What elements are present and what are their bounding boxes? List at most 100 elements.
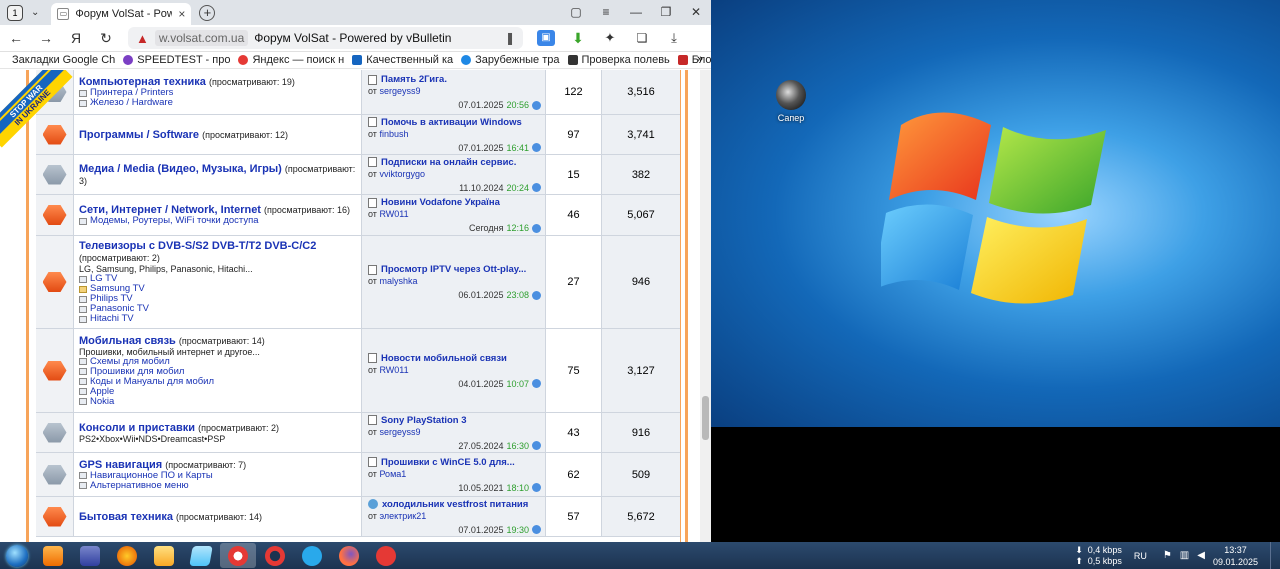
warning-icon[interactable]: ▲ bbox=[136, 31, 149, 46]
extensions-icon[interactable]: ✦ bbox=[601, 30, 619, 46]
taskbar-notes[interactable] bbox=[183, 543, 219, 568]
close-window-button[interactable]: ✕ bbox=[681, 0, 711, 25]
collections-icon[interactable]: ▢ bbox=[561, 0, 591, 25]
taskbar-save-app[interactable] bbox=[72, 543, 108, 568]
bookmark-item[interactable]: SPEEDTEST - про bbox=[123, 54, 230, 66]
subforum-link[interactable]: Apple bbox=[79, 386, 356, 397]
bookmark-icon[interactable]: ❚ bbox=[505, 31, 515, 45]
scroll-thumb[interactable] bbox=[702, 396, 709, 440]
bookmarks-manager-icon[interactable]: ❏ bbox=[633, 30, 651, 46]
tab-counter[interactable]: 1 bbox=[7, 4, 23, 21]
forum-name-link[interactable]: Консоли и приставки bbox=[79, 422, 195, 434]
last-post-author[interactable]: finbush bbox=[379, 129, 408, 139]
close-icon[interactable]: × bbox=[178, 7, 185, 21]
bookmark-item[interactable]: Яндекс — поиск н bbox=[238, 54, 344, 66]
forum-name-link[interactable]: GPS навигация bbox=[79, 459, 162, 471]
scrollbar[interactable] bbox=[700, 70, 711, 542]
taskbar-explorer[interactable] bbox=[146, 543, 182, 568]
network-icon[interactable]: ▥ bbox=[1180, 550, 1189, 561]
last-post-author[interactable]: malyshka bbox=[379, 276, 417, 286]
bookmark-item[interactable]: Качественный ка bbox=[352, 54, 453, 66]
last-post-link[interactable]: Прошивки с WinCE 5.0 для... bbox=[381, 457, 515, 468]
language-indicator[interactable]: RU bbox=[1134, 551, 1147, 561]
show-desktop-button[interactable] bbox=[1270, 542, 1280, 569]
taskbar-telegram[interactable] bbox=[294, 543, 330, 568]
chevron-down-icon[interactable]: ⌄ bbox=[31, 7, 39, 18]
subforum-link[interactable]: Nokia bbox=[79, 396, 356, 407]
go-to-post-icon[interactable] bbox=[532, 290, 541, 300]
windows-orb-icon bbox=[6, 544, 28, 567]
bookmark-item[interactable]: Зарубежные тра bbox=[461, 54, 560, 66]
forum-row: Компьютерная техника (просматривают: 19)… bbox=[36, 70, 680, 115]
subforum-link[interactable]: Схемы для мобил bbox=[79, 356, 356, 367]
last-post-link[interactable]: Новини Vodafone Україна bbox=[381, 197, 500, 208]
last-post-link[interactable]: Подписки на онлайн сервис. bbox=[381, 157, 516, 168]
new-tab-button[interactable]: + bbox=[199, 4, 216, 21]
start-button[interactable] bbox=[0, 542, 34, 569]
last-post-author[interactable]: vviktorgygo bbox=[379, 169, 425, 179]
taskbar-yandex-browser[interactable] bbox=[220, 543, 256, 568]
minimize-button[interactable]: — bbox=[621, 0, 651, 25]
subforum-link[interactable]: Железо / Hardware bbox=[79, 98, 356, 108]
menu-icon[interactable]: ≡ bbox=[591, 0, 621, 25]
browser-tab[interactable]: ▭ Форум VolSat - Powered × bbox=[51, 3, 192, 25]
bookmarks-bar: Закладки Google Ch SPEEDTEST - про Яндек… bbox=[0, 52, 711, 69]
subforum-link[interactable]: Альтернативное меню bbox=[79, 480, 356, 491]
taskbar-firefox[interactable] bbox=[331, 543, 367, 568]
subforum-link[interactable]: Модемы, Роутеры, WiFi точки доступа bbox=[79, 216, 356, 226]
bookmark-item[interactable]: Блоки питан bbox=[677, 54, 711, 66]
last-post-author[interactable]: электрик21 bbox=[379, 511, 426, 521]
bookmark-item[interactable]: Закладки Google Ch bbox=[12, 54, 115, 66]
last-post-author[interactable]: sergeyss9 bbox=[379, 427, 420, 437]
minesweeper-desktop-icon[interactable]: Сапер bbox=[771, 80, 811, 123]
forum-name-link[interactable]: Мобильная связь bbox=[79, 335, 176, 347]
go-to-post-icon[interactable] bbox=[532, 441, 541, 450]
last-post-link[interactable]: Просмотр IPTV через Ott-play... bbox=[381, 264, 526, 275]
translate-extension-icon[interactable]: ▣ bbox=[537, 30, 555, 46]
forum-name-link[interactable]: Телевизоры с DVB-S/S2 DVB-T/T2 DVB-C/C2 bbox=[79, 240, 316, 252]
taskbar-yandex[interactable] bbox=[368, 543, 404, 568]
subforum-link[interactable]: Hitachi TV bbox=[79, 314, 356, 324]
last-post-cell: Просмотр IPTV через Ott-play... от malys… bbox=[362, 236, 546, 328]
forum-name-link[interactable]: Программы / Software bbox=[79, 129, 199, 141]
clock[interactable]: 13:37 09.01.2025 bbox=[1213, 544, 1258, 568]
subforum-link[interactable]: Коды и Мануалы для мобил bbox=[79, 376, 356, 387]
go-to-post-icon[interactable] bbox=[532, 100, 541, 110]
last-post-author[interactable]: RW011 bbox=[379, 365, 408, 375]
go-to-post-icon[interactable] bbox=[532, 223, 541, 233]
go-to-post-icon[interactable] bbox=[532, 183, 541, 192]
forum-name-link[interactable]: Медиа / Media (Видео, Музыка, Игры) bbox=[79, 163, 282, 175]
yandex-icon[interactable]: Я bbox=[68, 30, 84, 46]
go-to-post-icon[interactable] bbox=[532, 143, 541, 152]
bookmarks-more-button[interactable]: » bbox=[697, 53, 703, 65]
reload-icon[interactable]: ↻ bbox=[98, 30, 114, 47]
go-to-post-icon[interactable] bbox=[532, 483, 541, 492]
last-post-author[interactable]: RW011 bbox=[379, 209, 408, 219]
go-to-post-icon[interactable] bbox=[532, 525, 541, 534]
url-field[interactable]: ▲ w.volsat.com.ua Форум VolSat - Powered… bbox=[128, 27, 523, 49]
back-icon[interactable]: ← bbox=[8, 30, 24, 46]
last-post-link[interactable]: холодильник vestfrost питания bbox=[382, 499, 528, 510]
site-icon bbox=[352, 55, 363, 65]
taskbar-opera[interactable] bbox=[257, 543, 293, 568]
taskbar-aimp[interactable] bbox=[109, 543, 145, 568]
subforum-icon bbox=[79, 305, 87, 313]
last-post-link[interactable]: Новости мобильной связи bbox=[381, 353, 507, 364]
last-post-link[interactable]: Помочь в активации Windows bbox=[381, 117, 522, 128]
bookmark-item[interactable]: Проверка полевь bbox=[567, 54, 670, 66]
tray-expand-icon[interactable]: ⚑ bbox=[1163, 550, 1172, 561]
forum-name-link[interactable]: Бытовая техника bbox=[79, 511, 173, 523]
volume-icon[interactable]: ◀ bbox=[1197, 550, 1205, 561]
taskbar-media-player[interactable] bbox=[35, 543, 71, 568]
forward-icon[interactable]: → bbox=[38, 30, 54, 46]
subforum-link[interactable]: Навигационное ПО и Карты bbox=[79, 470, 356, 481]
downloads-icon[interactable]: ⤓ bbox=[665, 30, 683, 46]
last-post-author[interactable]: Рома1 bbox=[379, 469, 406, 479]
last-post-author[interactable]: sergeyss9 bbox=[379, 86, 420, 96]
download-extension-icon[interactable]: ⬇ bbox=[569, 30, 587, 46]
go-to-post-icon[interactable] bbox=[532, 379, 541, 388]
subforum-link[interactable]: Прошивки для мобил bbox=[79, 366, 356, 377]
restore-button[interactable]: ❐ bbox=[651, 0, 681, 25]
last-post-link[interactable]: Память 2Гига. bbox=[381, 74, 447, 85]
last-post-link[interactable]: Sony PlayStation 3 bbox=[381, 415, 467, 426]
